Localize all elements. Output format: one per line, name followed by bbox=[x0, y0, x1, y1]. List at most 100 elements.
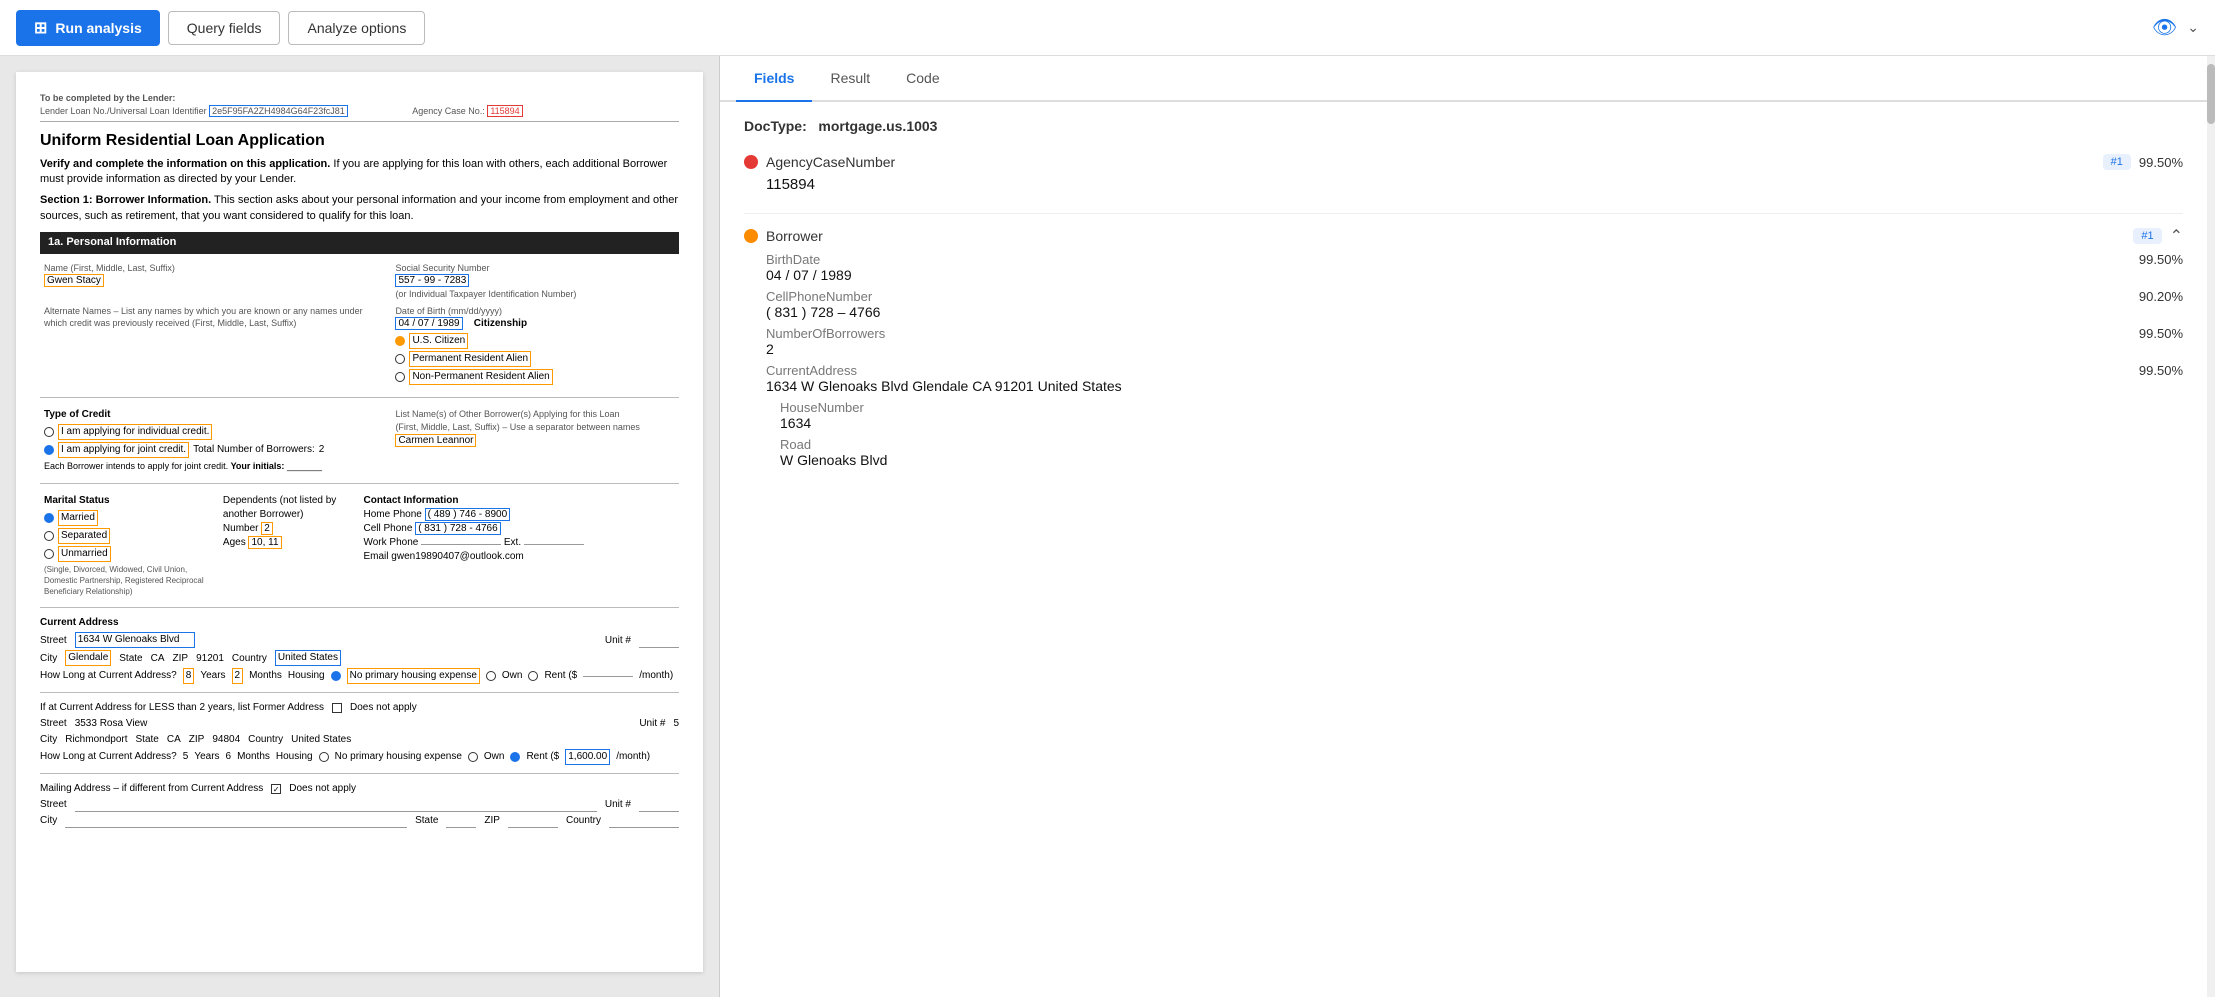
dependents-label: Dependents (not listed by another Borrow… bbox=[223, 494, 356, 522]
field-name-borrower: Borrower bbox=[766, 228, 2125, 244]
former-zip: 94804 bbox=[212, 733, 240, 747]
alt-names-label: Alternate Names – List any names by whic… bbox=[44, 305, 387, 330]
married-label: Married bbox=[58, 510, 98, 526]
current-country: United States bbox=[275, 650, 341, 666]
field-dot-orange bbox=[744, 229, 758, 243]
dob-label: Date of Birth (mm/dd/yyyy) bbox=[395, 305, 675, 318]
subfield-num-borrowers-conf: 99.50% bbox=[2139, 326, 2183, 341]
subfield-cellphone-name: CellPhoneNumber bbox=[766, 289, 872, 304]
dependents-ages-row: Ages 10, 11 bbox=[223, 536, 356, 550]
field-name-agency: AgencyCaseNumber bbox=[766, 154, 2095, 170]
ssn-value: 557 - 99 - 7283 bbox=[395, 274, 469, 287]
document-paper: To be completed by the Lender: Lender Lo… bbox=[16, 72, 703, 972]
tab-fields[interactable]: Fields bbox=[736, 56, 812, 102]
subfield-road: Road W Glenoaks Blvd bbox=[744, 437, 2183, 468]
personal-info-header: 1a. Personal Information bbox=[40, 232, 679, 253]
separated-option: Separated bbox=[44, 528, 215, 544]
mailing-address-row1: Street Unit # bbox=[40, 798, 679, 812]
toolbar: ⊞ Run analysis Query fields Analyze opti… bbox=[0, 0, 2215, 56]
toolbar-right: 👁 ⌄ bbox=[2152, 15, 2199, 40]
tab-result[interactable]: Result bbox=[812, 56, 888, 102]
cell-phone-row: Cell Phone ( 831 ) 728 - 4766 bbox=[363, 522, 675, 536]
subfield-birthdate-name: BirthDate bbox=[766, 252, 820, 267]
total-borrowers-label: Total Number of Borrowers: bbox=[193, 443, 315, 457]
borrower-collapse-button[interactable]: ⌃ bbox=[2170, 226, 2183, 246]
subfield-birthdate-value: 04 / 07 / 1989 bbox=[766, 267, 2183, 283]
former-country: United States bbox=[291, 733, 351, 747]
panel-content: DocType: mortgage.us.1003 AgencyCaseNumb… bbox=[720, 102, 2207, 997]
joint-credit-label: I am applying for joint credit. bbox=[58, 442, 189, 458]
main-content: To be completed by the Lender: Lender Lo… bbox=[0, 56, 2215, 997]
tab-code[interactable]: Code bbox=[888, 56, 957, 102]
unmarried-option: Unmarried bbox=[44, 546, 215, 562]
former-address-header: If at Current Address for LESS than 2 ye… bbox=[40, 701, 679, 715]
citizenship-us-label: U.S. Citizen bbox=[409, 333, 468, 349]
mailing-does-not-apply-checkbox bbox=[271, 784, 281, 794]
field-value-agency: 115894 bbox=[744, 176, 2183, 193]
field-borrower: Borrower #1 ⌃ BirthDate 99.50% 04 / 07 /… bbox=[744, 226, 2183, 468]
run-analysis-button[interactable]: ⊞ Run analysis bbox=[16, 10, 160, 46]
scrollbar-thumb[interactable] bbox=[2207, 64, 2215, 124]
email-row: Email gwen19890407@outlook.com bbox=[363, 550, 675, 564]
subfield-current-address: CurrentAddress 99.50% 1634 W Glenoaks Bl… bbox=[744, 363, 2183, 394]
doctype-row: DocType: mortgage.us.1003 bbox=[744, 118, 2183, 134]
former-how-long-row: How Long at Current Address? 5 Years 6 M… bbox=[40, 749, 679, 765]
separated-label: Separated bbox=[58, 528, 110, 544]
doc-subtitle: Verify and complete the information on t… bbox=[40, 157, 679, 188]
individual-credit-option: I am applying for individual credit. bbox=[44, 424, 387, 440]
field-dot-red bbox=[744, 155, 758, 169]
other-borrowers-sublabel: (First, Middle, Last, Suffix) – Use a se… bbox=[395, 421, 675, 434]
subfield-road-value: W Glenoaks Blvd bbox=[780, 452, 2183, 468]
field-conf-agency: 99.50% bbox=[2139, 155, 2183, 170]
home-phone-value: ( 489 ) 746 - 8900 bbox=[425, 508, 511, 521]
citizenship-us: U.S. Citizen bbox=[395, 333, 675, 349]
subfield-birthdate-conf: 99.50% bbox=[2139, 252, 2183, 267]
citizenship-perm-label: Permanent Resident Alien bbox=[409, 351, 531, 367]
subfield-num-borrowers-name: NumberOfBorrowers bbox=[766, 326, 885, 341]
mailing-address-row2: City State ZIP Country bbox=[40, 814, 679, 828]
other-borrowers-label: List Name(s) of Other Borrower(s) Applyi… bbox=[395, 408, 675, 421]
housing-no-expense bbox=[331, 671, 341, 681]
subfield-current-address-name: CurrentAddress bbox=[766, 363, 857, 378]
marital-table: Marital Status Married Separated Unmarri… bbox=[40, 492, 679, 600]
contact-label: Contact Information bbox=[363, 494, 675, 508]
citizenship-nonperm-label: Non-Permanent Resident Alien bbox=[409, 369, 552, 385]
chevron-down-icon[interactable]: ⌄ bbox=[2187, 19, 2199, 36]
agency-case-label: Agency Case No.: bbox=[412, 106, 485, 116]
subfield-cellphone-value: ( 831 ) 728 – 4766 bbox=[766, 304, 2183, 320]
housing-own bbox=[486, 671, 496, 681]
scrollbar[interactable] bbox=[2207, 56, 2215, 997]
query-fields-button[interactable]: Query fields bbox=[168, 11, 281, 45]
personal-info-table: Name (First, Middle, Last, Suffix) Gwen … bbox=[40, 260, 679, 390]
current-state: CA bbox=[151, 652, 165, 666]
agency-case-value: 115894 bbox=[487, 105, 522, 117]
ssn-label: Social Security Number bbox=[395, 262, 675, 275]
former-street: 3533 Rosa View bbox=[75, 717, 148, 731]
mailing-address-header: Mailing Address – if different from Curr… bbox=[40, 782, 679, 796]
analyze-options-button[interactable]: Analyze options bbox=[288, 11, 425, 45]
subfield-current-address-value: 1634 W Glenoaks Blvd Glendale CA 91201 U… bbox=[766, 378, 2183, 394]
document-area: To be completed by the Lender: Lender Lo… bbox=[0, 56, 720, 997]
former-does-not-apply-checkbox bbox=[332, 703, 342, 713]
cell-phone-value: ( 831 ) 728 - 4766 bbox=[415, 522, 501, 535]
subfield-cellphone-conf: 90.20% bbox=[2139, 289, 2183, 304]
former-rent-value: 1,600.00 bbox=[565, 749, 610, 765]
current-address-label: Current Address bbox=[40, 616, 679, 630]
name-value: Gwen Stacy bbox=[44, 274, 104, 287]
years-value: 8 bbox=[183, 668, 195, 684]
unmarried-label: Unmarried bbox=[58, 546, 111, 562]
former-rent bbox=[510, 752, 520, 762]
marital-note: (Single, Divorced, Widowed, Civil Union,… bbox=[44, 564, 215, 598]
ssn-sublabel: (or Individual Taxpayer Identification N… bbox=[395, 288, 675, 301]
doctype-value: mortgage.us.1003 bbox=[818, 118, 937, 134]
former-own bbox=[468, 752, 478, 762]
subfield-cellphone: CellPhoneNumber 90.20% ( 831 ) 728 – 476… bbox=[744, 289, 2183, 320]
field-agency-case-number: AgencyCaseNumber #1 99.50% 115894 bbox=[744, 154, 2183, 193]
work-phone-row: Work Phone Ext. bbox=[363, 536, 675, 550]
dependents-number-row: Number 2 bbox=[223, 522, 356, 536]
months-value: 2 bbox=[232, 668, 244, 684]
subfield-road-name: Road bbox=[780, 437, 811, 452]
current-zip: 91201 bbox=[196, 652, 224, 666]
eye-icon[interactable]: 👁 bbox=[2152, 15, 2177, 40]
subfield-num-borrowers: NumberOfBorrowers 99.50% 2 bbox=[744, 326, 2183, 357]
